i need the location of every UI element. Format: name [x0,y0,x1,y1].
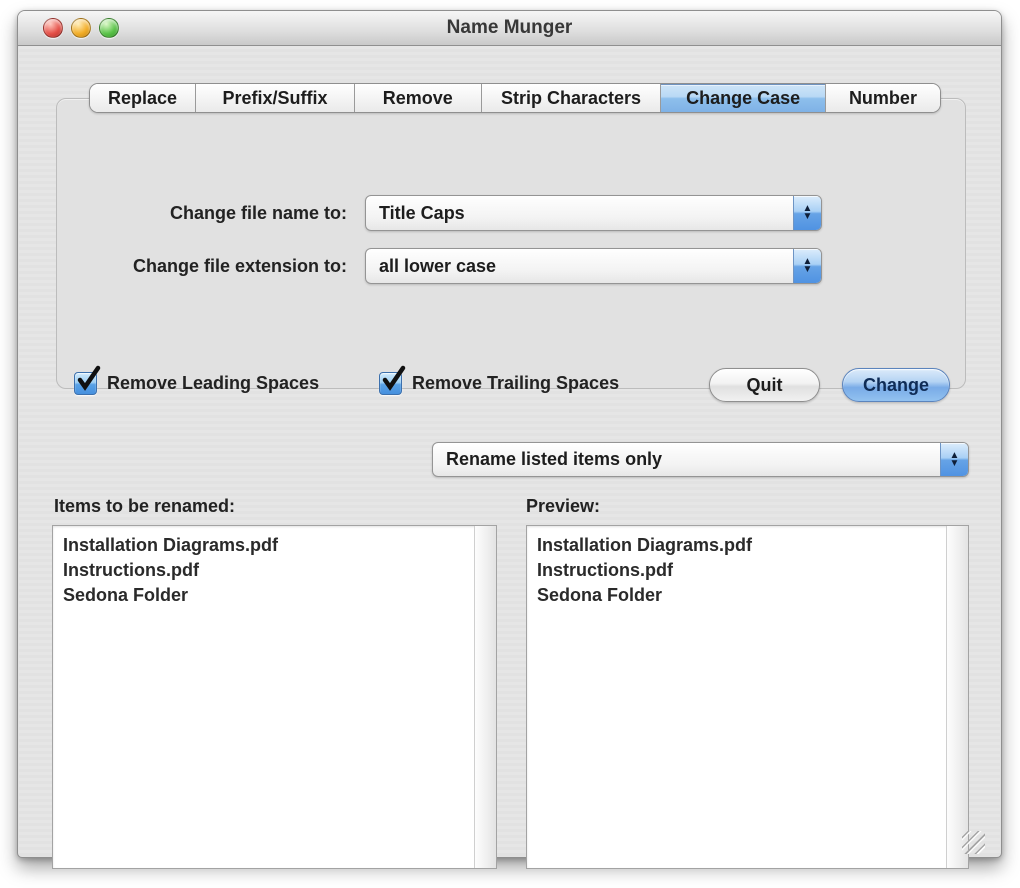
tab-label: Number [848,87,917,108]
tab-label: Remove [382,87,453,108]
file-name-label: Change file name to: [169,203,347,223]
list-item[interactable]: Installation Diagrams.pdf [537,533,946,558]
list-item[interactable]: Sedona Folder [537,583,946,608]
list-item[interactable]: Instructions.pdf [537,558,946,583]
tab-remove[interactable]: Remove [354,84,482,112]
tab-number[interactable]: Number [825,84,940,112]
remove-trailing-spaces-checkbox[interactable] [379,365,406,395]
tab-pane [56,98,966,389]
arrow-down-icon: ▼ [802,211,813,222]
resize-grip-icon[interactable] [962,831,985,854]
items-list-scrollbar[interactable] [474,526,496,868]
popup-stepper-icon: ▲ ▼ [793,249,821,283]
preview-list[interactable]: Installation Diagrams.pdf Instructions.pd… [526,525,969,869]
list-item[interactable]: Instructions.pdf [63,558,474,583]
window-title: Name Munger [446,17,573,38]
popup-stepper-icon: ▲ ▼ [940,443,968,476]
items-list[interactable]: Installation Diagrams.pdf Instructions.pd… [52,525,497,869]
arrow-down-icon: ▼ [949,457,960,469]
remove-leading-spaces-checkbox[interactable] [74,365,101,395]
tab-bar: Replace Prefix/Suffix Remove Strip Characte… [89,83,941,113]
file-name-popup[interactable]: Title Caps ▲ ▼ [365,195,822,231]
items-list-rows: Installation Diagrams.pdf Instructions.pd… [53,526,474,868]
remove-leading-spaces-row: Remove Leading Spaces [74,365,320,395]
file-extension-popup-value: all lower case [379,256,497,276]
remove-trailing-spaces-row: Remove Trailing Spaces [379,365,620,395]
scope-popup-value: Rename listed items only [446,449,663,469]
file-name-popup-value: Title Caps [379,203,465,223]
quit-button[interactable]: Quit [709,368,820,402]
tab-prefix-suffix[interactable]: Prefix/Suffix [196,84,355,112]
items-to-rename-label: Items to be renamed: [54,496,236,516]
arrow-down-icon: ▼ [802,264,813,275]
remove-leading-spaces-label: Remove Leading Spaces [107,373,320,393]
preview-label: Preview: [526,496,601,516]
tab-change-case[interactable]: Change Case [661,84,826,112]
popup-stepper-icon: ▲ ▼ [793,196,821,230]
tab-label: Prefix/Suffix [222,87,328,108]
checkmark-icon [382,365,406,391]
file-extension-popup[interactable]: all lower case ▲ ▼ [365,248,822,284]
title-bar[interactable]: Name Munger [18,11,1001,46]
tab-replace[interactable]: Replace [90,84,197,112]
list-item[interactable]: Sedona Folder [63,583,474,608]
scope-popup[interactable]: Rename listed items only ▲ ▼ [432,442,969,477]
file-extension-label: Change file extension to: [132,256,347,276]
remove-trailing-spaces-label: Remove Trailing Spaces [412,373,620,393]
tab-label: Replace [108,87,178,108]
checkmark-icon [77,365,101,391]
tab-label: Change Case [686,87,801,108]
preview-list-scrollbar[interactable] [946,526,968,868]
tab-label: Strip Characters [500,87,642,108]
app-window: Name Munger Replace Prefix/Suffix Remove St… [17,10,1002,869]
list-item[interactable]: Installation Diagrams.pdf [63,533,474,558]
window-content: Replace Prefix/Suffix Remove Strip Characte… [19,46,1000,869]
tab-strip-characters[interactable]: Strip Characters [481,84,662,112]
change-button[interactable]: Change [842,368,950,402]
preview-list-rows: Installation Diagrams.pdf Instructions.pd… [527,526,946,868]
